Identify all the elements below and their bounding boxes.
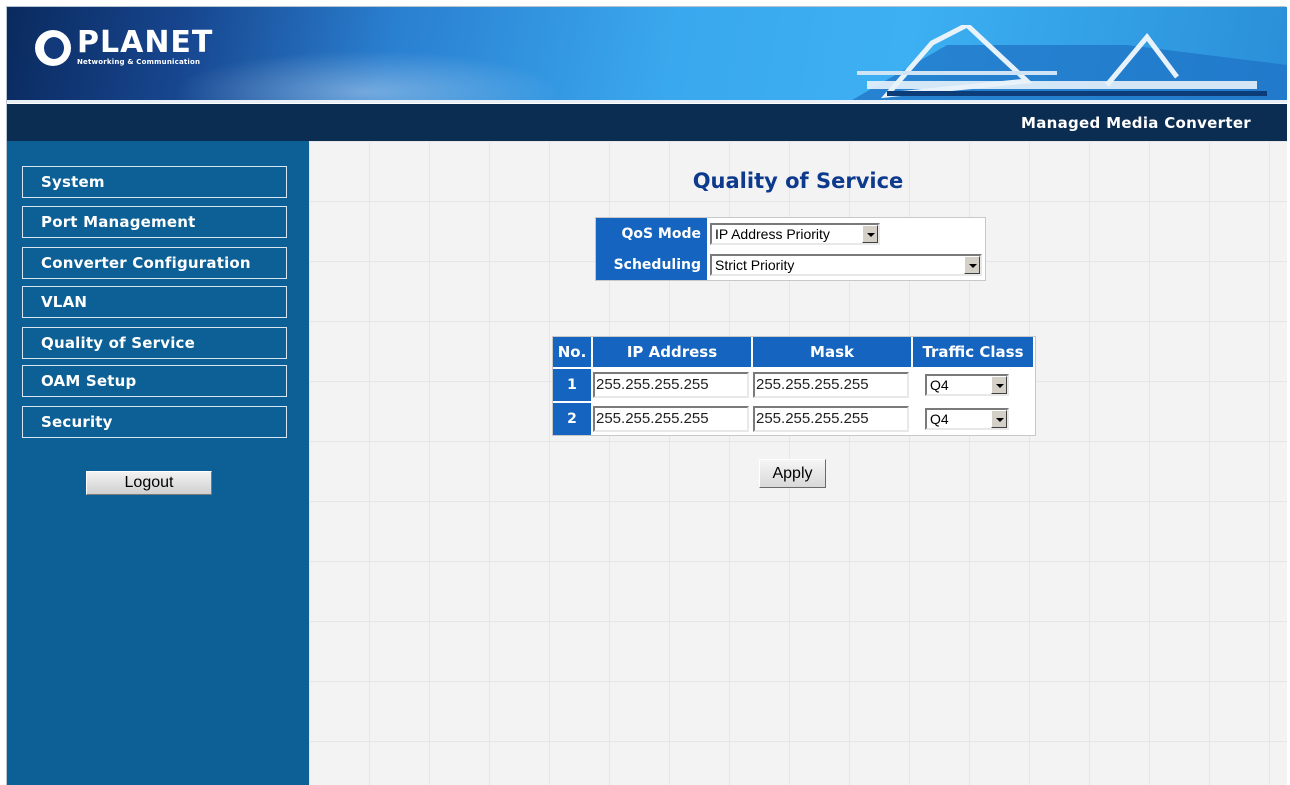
table-row: 1 255.255.255.255 255.255.255.255 Q4	[553, 367, 1035, 401]
scheduling-row: Scheduling Strict Priority	[596, 249, 985, 280]
planet-logo-icon	[35, 29, 71, 66]
product-name: Managed Media Converter	[1020, 114, 1251, 132]
app-frame: PLANET Networking & Communication Manage…	[6, 6, 1287, 785]
logo-brand: PLANET	[77, 25, 214, 60]
mask-input[interactable]: 255.255.255.255	[753, 406, 909, 432]
table-header-row: No. IP Address Mask Traffic Class	[553, 337, 1035, 367]
chevron-down-icon[interactable]	[862, 224, 878, 243]
column-header-ip-address: IP Address	[593, 337, 753, 367]
row-number: 2	[553, 401, 593, 435]
chevron-down-icon[interactable]	[991, 376, 1007, 394]
qos-mode-row: QoS Mode IP Address Priority	[596, 218, 985, 249]
sidebar-item-system[interactable]: System	[22, 166, 287, 198]
title-bar: Managed Media Converter	[7, 104, 1287, 141]
chevron-down-icon[interactable]	[991, 410, 1007, 428]
qos-mode-select[interactable]: IP Address Priority	[710, 222, 880, 245]
column-header-no: No.	[553, 337, 593, 367]
scheduling-select[interactable]: Strict Priority	[710, 253, 982, 276]
scheduling-label: Scheduling	[596, 249, 707, 280]
ip-address-input[interactable]: 255.255.255.255	[593, 406, 749, 432]
sidebar-item-converter-configuration[interactable]: Converter Configuration	[22, 247, 287, 279]
column-header-traffic-class: Traffic Class	[913, 337, 1035, 367]
traffic-class-value: Q4	[930, 411, 949, 427]
mask-input[interactable]: 255.255.255.255	[753, 372, 909, 398]
scheduling-value: Strict Priority	[715, 256, 795, 273]
sidebar-item-security[interactable]: Security	[22, 406, 287, 438]
ip-address-input[interactable]: 255.255.255.255	[593, 372, 749, 398]
sidebar: System Port Management Converter Configu…	[7, 141, 309, 785]
building-graphic	[847, 25, 1287, 103]
traffic-class-select[interactable]: Q4	[925, 408, 1009, 430]
logo-tagline: Networking & Communication	[77, 58, 201, 66]
row-number: 1	[553, 367, 593, 401]
sidebar-item-vlan[interactable]: VLAN	[22, 286, 287, 318]
header-banner: PLANET Networking & Communication	[7, 7, 1287, 103]
chevron-down-icon[interactable]	[964, 255, 980, 274]
qos-mode-label: QoS Mode	[596, 218, 707, 249]
traffic-class-value: Q4	[930, 377, 949, 393]
traffic-class-select[interactable]: Q4	[925, 374, 1009, 396]
page-title: Quality of Service	[692, 169, 904, 193]
planet-logo: PLANET Networking & Communication	[35, 25, 214, 66]
banner-swoosh	[157, 47, 577, 103]
ip-priority-table: No. IP Address Mask Traffic Class 1 255.…	[552, 336, 1036, 436]
column-header-mask: Mask	[753, 337, 913, 367]
banner-divider	[7, 100, 1287, 103]
logout-button[interactable]: Logout	[86, 471, 212, 495]
apply-button[interactable]: Apply	[759, 459, 826, 488]
main-content: Quality of Service QoS Mode IP Address P…	[309, 141, 1287, 785]
sidebar-item-port-management[interactable]: Port Management	[22, 206, 287, 238]
qos-mode-value: IP Address Priority	[715, 225, 830, 242]
qos-settings-form: QoS Mode IP Address Priority Scheduling …	[595, 217, 986, 281]
sidebar-item-quality-of-service[interactable]: Quality of Service	[22, 327, 287, 359]
sidebar-item-oam-setup[interactable]: OAM Setup	[22, 365, 287, 397]
table-row: 2 255.255.255.255 255.255.255.255 Q4	[553, 401, 1035, 435]
